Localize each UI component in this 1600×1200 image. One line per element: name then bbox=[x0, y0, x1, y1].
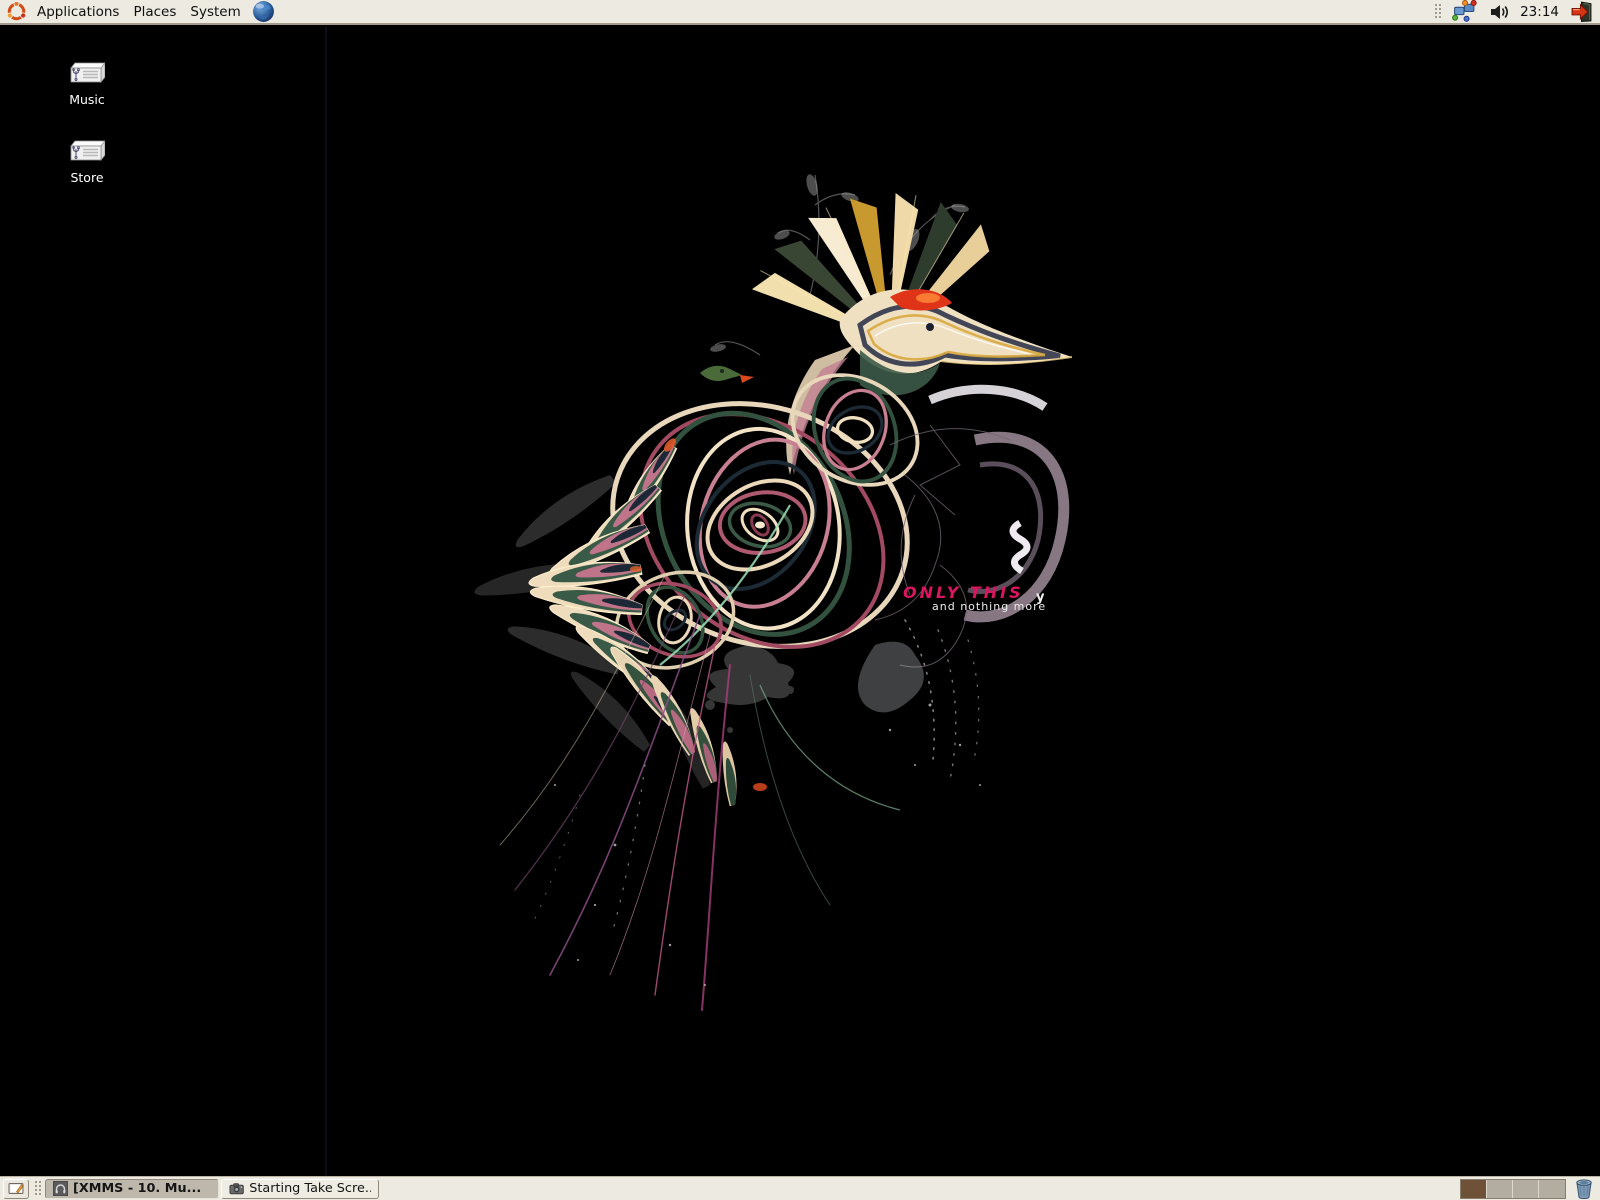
workspace-1[interactable] bbox=[1461, 1179, 1487, 1198]
menu-places[interactable]: Places bbox=[126, 0, 183, 23]
usb-drive-icon bbox=[70, 140, 105, 162]
workspace-switcher bbox=[1460, 1178, 1566, 1199]
show-desktop-button[interactable] bbox=[3, 1178, 29, 1199]
desktop-icon-label: Music bbox=[69, 92, 105, 107]
web-browser-launcher[interactable] bbox=[248, 0, 279, 23]
wallpaper-caption-line2: and nothing more bbox=[932, 600, 1047, 613]
desktop-icon-label: Store bbox=[70, 170, 104, 185]
ubuntu-logo-icon bbox=[7, 2, 26, 21]
task-button-label: Starting Take Scre... bbox=[249, 1181, 371, 1196]
trash-applet[interactable] bbox=[1574, 1178, 1594, 1199]
desktop-screen: Applications Places System 23:14 ONLY TH… bbox=[0, 0, 1600, 1200]
volume-icon bbox=[1491, 4, 1509, 19]
system-tray: 23:14 bbox=[1432, 0, 1597, 23]
logout-applet[interactable] bbox=[1566, 0, 1597, 23]
panel-grip[interactable] bbox=[34, 1180, 42, 1197]
logout-icon bbox=[1571, 1, 1592, 22]
network-monitor-icon bbox=[1452, 0, 1477, 22]
trash-icon bbox=[1576, 1179, 1592, 1199]
desktop[interactable]: ONLY THIS and nothing more y Music Store bbox=[0, 27, 1600, 1176]
network-monitor-applet[interactable] bbox=[1448, 0, 1481, 23]
workspace-3[interactable] bbox=[1513, 1179, 1539, 1198]
xmms-icon bbox=[53, 1181, 68, 1196]
wallpaper-caption-mark: y bbox=[1036, 590, 1045, 605]
workspace-4[interactable] bbox=[1539, 1179, 1565, 1198]
menu-system[interactable]: System bbox=[183, 0, 247, 23]
wallpaper-edge-seam bbox=[325, 27, 327, 1176]
desktop-icon-music[interactable]: Music bbox=[47, 61, 127, 107]
workspace-2[interactable] bbox=[1487, 1179, 1513, 1198]
taskbar: [XMMS - 10. Mu... Starting Take Scre... bbox=[0, 1176, 1600, 1200]
volume-applet[interactable] bbox=[1485, 0, 1513, 23]
web-browser-globe-icon bbox=[252, 1, 274, 22]
show-desktop-icon bbox=[8, 1182, 24, 1194]
top-panel: Applications Places System 23:14 bbox=[0, 0, 1600, 25]
usb-drive-icon bbox=[70, 62, 105, 84]
screenshot-camera-icon bbox=[229, 1182, 244, 1194]
task-button-xmms[interactable]: [XMMS - 10. Mu... bbox=[45, 1178, 219, 1199]
menu-applications[interactable]: Applications bbox=[30, 0, 126, 23]
clock-applet[interactable]: 23:14 bbox=[1517, 4, 1562, 20]
task-button-screenshot[interactable]: Starting Take Scre... bbox=[221, 1178, 379, 1199]
desktop-icon-store[interactable]: Store bbox=[47, 139, 127, 185]
panel-grip[interactable] bbox=[1434, 3, 1443, 20]
task-button-label: [XMMS - 10. Mu... bbox=[73, 1181, 202, 1196]
ubuntu-logo-icon[interactable] bbox=[3, 0, 30, 23]
menu-bar: Applications Places System bbox=[30, 0, 248, 23]
